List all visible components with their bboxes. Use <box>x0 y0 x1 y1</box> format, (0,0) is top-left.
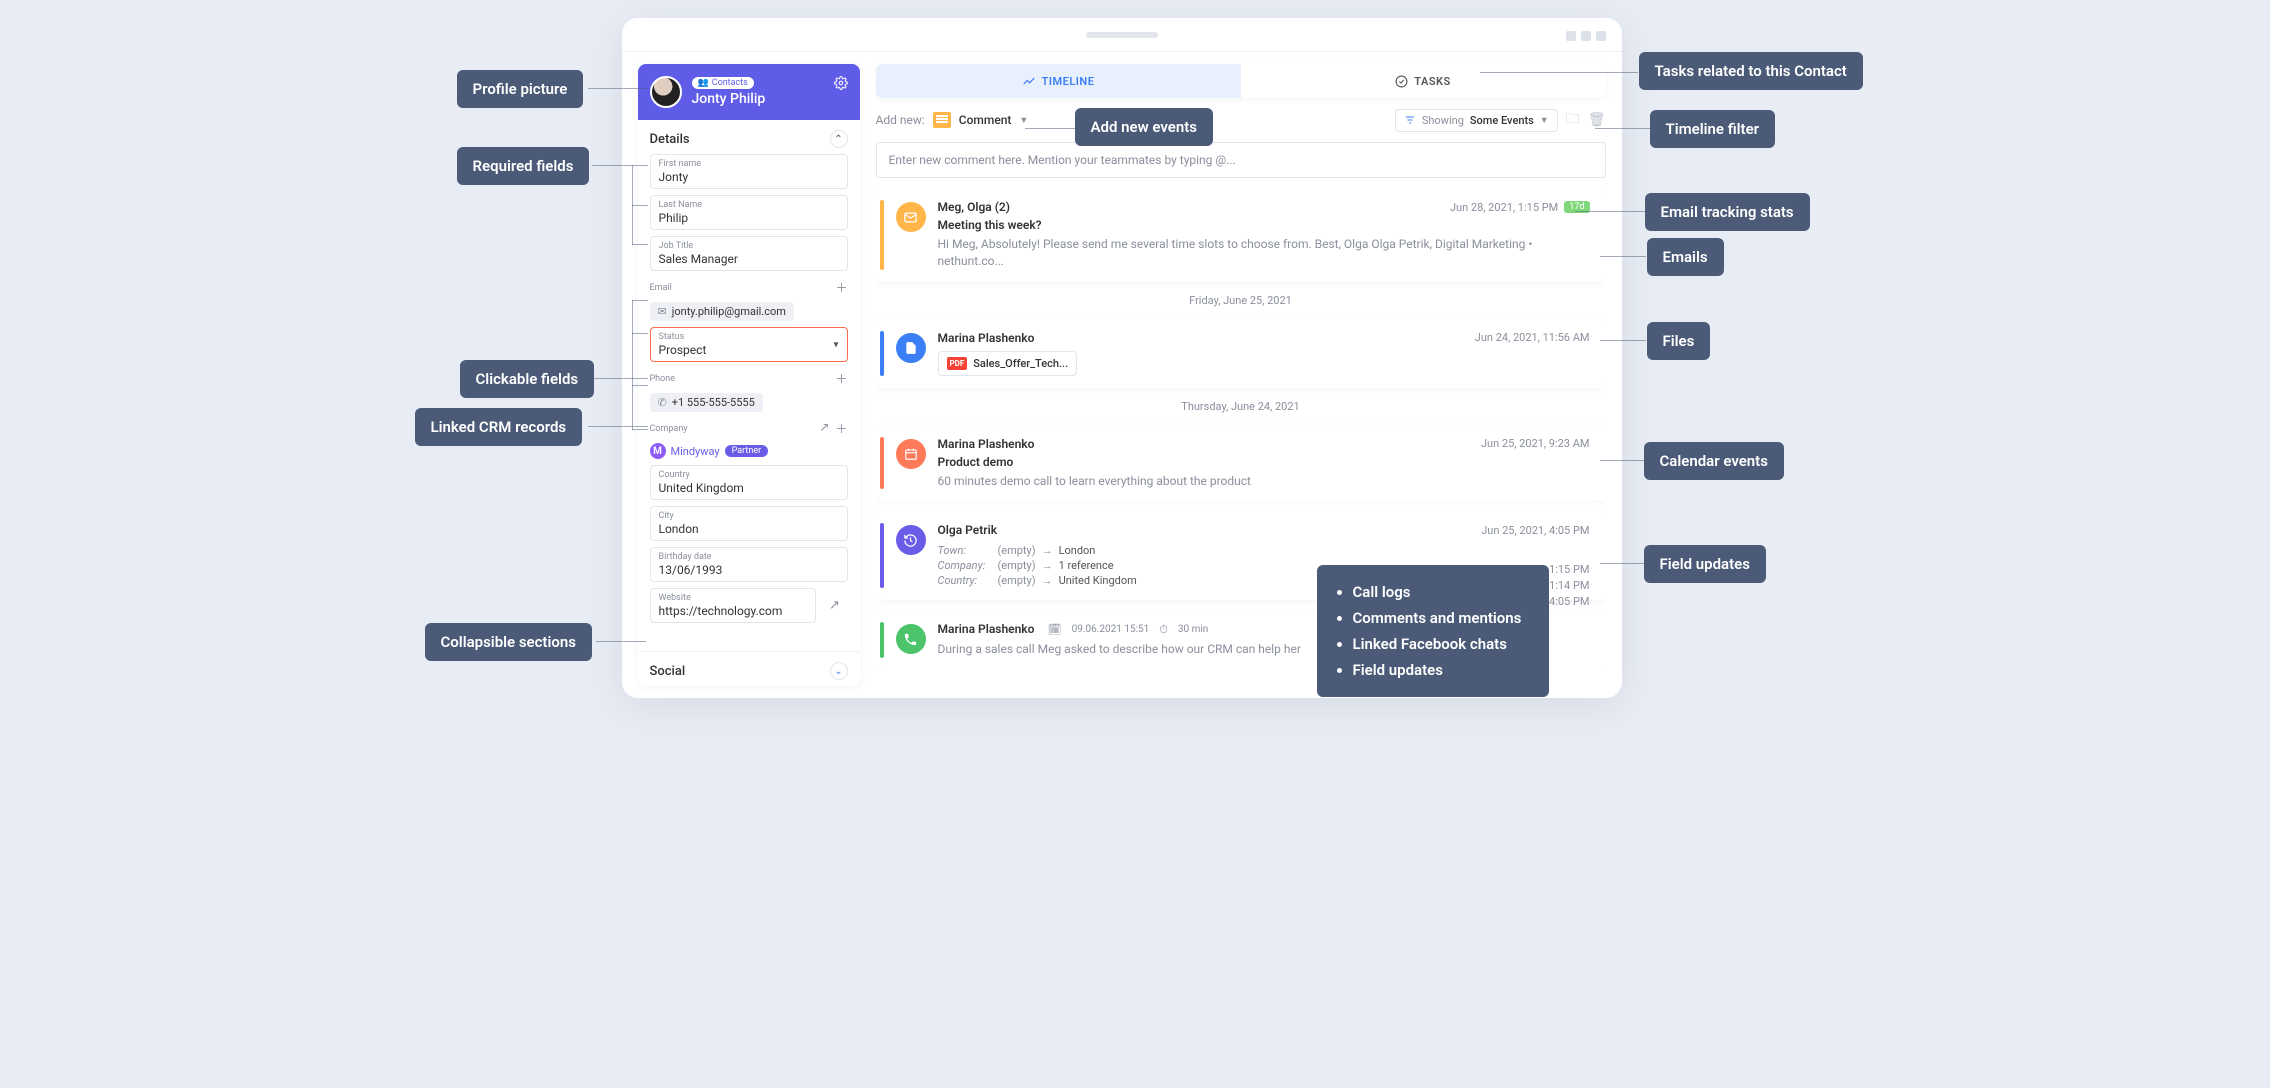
open-link-icon[interactable]: ↗ <box>822 588 848 623</box>
callout-calendar: Calendar events <box>1644 442 1784 480</box>
chevron-up-icon[interactable]: ⌃ <box>830 130 848 148</box>
timeline-icon <box>1022 74 1036 88</box>
timeline-toolbar: Add new: Comment ▼ Showing Some Events ▼… <box>876 108 1606 132</box>
callout-event-types: Call logs Comments and mentions Linked F… <box>1317 565 1550 697</box>
company-tag: Partner <box>725 445 769 457</box>
add-company-icon[interactable]: ＋ <box>835 420 847 437</box>
filter-caret-icon: ▼ <box>1540 115 1549 126</box>
email-label-row: Email ＋ <box>650 277 848 296</box>
website-field-row: Website https://technology.com ↗ <box>650 588 848 623</box>
callout-files: Files <box>1647 322 1711 360</box>
calendar-event[interactable]: Marina Plashenko Jun 25, 2021, 9:23 AM P… <box>876 425 1606 502</box>
callout-clickable-fields: Clickable fields <box>460 360 595 398</box>
callout-email-stats: Email tracking stats <box>1645 193 1810 231</box>
social-section-header[interactable]: Social ⌄ <box>638 652 860 686</box>
email-pill[interactable]: ✉ jonty.philip@gmail.com <box>650 302 794 321</box>
callout-required-fields: Required fields <box>457 147 590 185</box>
clock-icon: ⏱ <box>1159 623 1168 637</box>
mail-icon: ✉ <box>658 305 667 318</box>
timeline-filter[interactable]: Showing Some Events ▼ <box>1395 109 1558 132</box>
contacts-folder-pill[interactable]: 👥 Contacts <box>692 77 754 89</box>
add-email-icon[interactable]: ＋ <box>835 279 847 296</box>
phone-label-row: Phone ＋ <box>650 368 848 387</box>
people-icon: 👥 <box>698 78 709 88</box>
filter-icon <box>1404 114 1416 126</box>
file-icon <box>896 333 926 363</box>
job-title-field[interactable]: Job Title Sales Manager <box>650 236 848 271</box>
add-phone-icon[interactable]: ＋ <box>835 370 847 387</box>
call-meta: 🗓 09.06.2021 15:51 ⏱ 30 min <box>1048 623 1209 637</box>
file-attachment[interactable]: PDF Sales_Offer_Tech... <box>938 351 1078 376</box>
details-section-header[interactable]: Details ⌃ <box>638 120 860 154</box>
website-field[interactable]: Website https://technology.com <box>650 588 816 623</box>
file-event[interactable]: Marina Plashenko Jun 24, 2021, 11:56 AM … <box>876 319 1606 388</box>
comment-input[interactable]: Enter new comment here. Mention your tea… <box>876 142 1606 178</box>
avatar[interactable] <box>650 76 682 108</box>
details-fields: First name Jonty Last Name Philip Job Ti… <box>638 154 860 633</box>
open-company-icon[interactable]: ↗ <box>819 420 829 437</box>
calendar-icon <box>896 439 926 469</box>
callout-field-updates: Field updates <box>1644 545 1766 583</box>
tab-tasks[interactable]: TASKS <box>1241 64 1606 98</box>
company-link[interactable]: M Mindyway Partner <box>650 443 848 459</box>
history-icon <box>896 525 926 555</box>
company-avatar: M <box>650 443 666 459</box>
contacts-label: Contacts <box>712 78 748 88</box>
callout-linked-records: Linked CRM records <box>415 408 583 446</box>
date-separator: Thursday, June 24, 2021 <box>876 398 1606 415</box>
contact-name: Jonty Philip <box>692 91 766 107</box>
calendar-small-icon: 🗓 <box>1048 623 1062 636</box>
window-notch <box>1086 32 1158 38</box>
tab-timeline[interactable]: TIMELINE <box>876 64 1241 98</box>
callout-tasks-related: Tasks related to this Contact <box>1639 52 1863 90</box>
callout-profile-picture: Profile picture <box>457 70 584 108</box>
city-field[interactable]: City London <box>650 506 848 541</box>
add-type-select[interactable]: Comment <box>959 113 1012 127</box>
add-new-label: Add new: <box>876 113 925 127</box>
status-field[interactable]: Status Prospect <box>650 327 848 362</box>
tabs-bar: TIMELINE TASKS <box>876 64 1606 98</box>
caret-down-icon[interactable]: ▼ <box>1019 115 1028 126</box>
mail-icon <box>896 202 926 232</box>
pdf-icon: PDF <box>947 357 968 370</box>
folder-icon[interactable]: 🗀 <box>1566 108 1580 132</box>
email-event[interactable]: Meg, Olga (2) Jun 28, 2021, 1:15 PM 17d … <box>876 188 1606 282</box>
callout-collapsible: Collapsible sections <box>425 623 592 661</box>
callout-emails: Emails <box>1647 238 1724 276</box>
details-title: Details <box>650 132 690 147</box>
window-controls <box>1566 31 1606 41</box>
last-name-field[interactable]: Last Name Philip <box>650 195 848 230</box>
comment-icon[interactable] <box>933 112 951 128</box>
profile-header: 👥 Contacts Jonty Philip <box>638 64 860 120</box>
phone-pill[interactable]: ✆ +1 555-555-5555 <box>650 393 763 412</box>
social-title: Social <box>650 664 686 679</box>
callout-add-new: Add new events <box>1075 108 1213 146</box>
contact-details-panel: 👥 Contacts Jonty Philip Details ⌃ <box>638 64 860 686</box>
window-chrome <box>622 18 1622 52</box>
date-separator: Friday, June 25, 2021 <box>876 292 1606 309</box>
phone-icon: ✆ <box>658 396 667 409</box>
trash-icon[interactable]: 🗑 <box>1588 112 1606 128</box>
birthday-field[interactable]: Birthday date 13/06/1993 <box>650 547 848 582</box>
tasks-icon <box>1395 75 1408 88</box>
gear-icon[interactable] <box>834 76 848 90</box>
chevron-down-icon[interactable]: ⌄ <box>830 662 848 680</box>
callout-timeline-filter: Timeline filter <box>1650 110 1776 148</box>
country-field[interactable]: Country United Kingdom <box>650 465 848 500</box>
first-name-field[interactable]: First name Jonty <box>650 154 848 189</box>
company-label-row: Company ↗ ＋ <box>650 418 848 437</box>
phone-icon <box>896 624 926 654</box>
